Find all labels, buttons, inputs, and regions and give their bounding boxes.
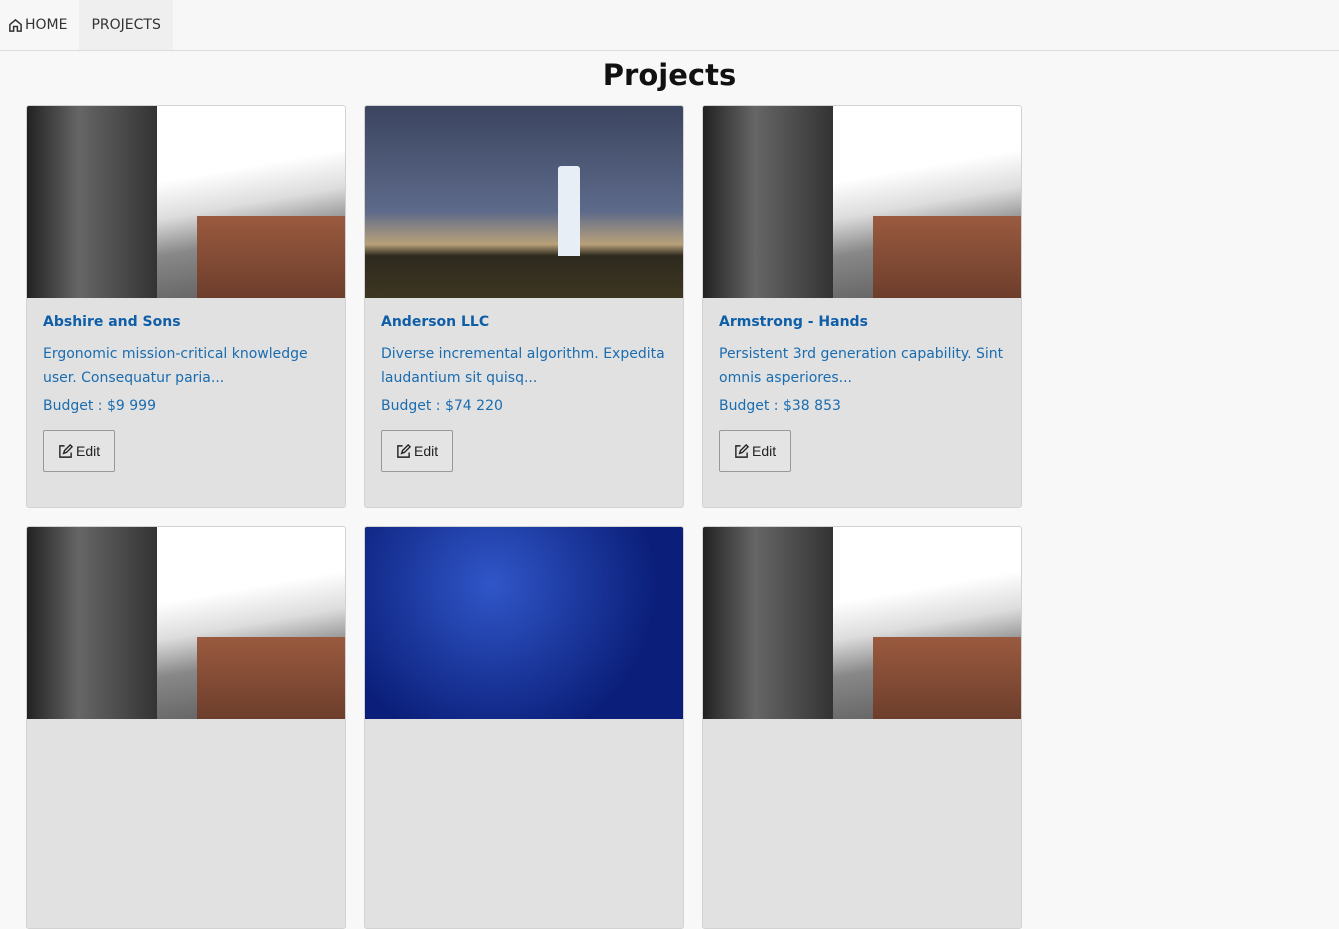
project-title[interactable]: Abshire and Sons: [43, 314, 329, 330]
project-title[interactable]: Armstrong - Hands: [719, 314, 1005, 330]
project-card: [702, 526, 1022, 929]
project-card: [26, 526, 346, 929]
project-budget: Budget : $38 853: [719, 398, 1005, 414]
budget-value: $74 220: [444, 398, 503, 414]
edit-label: Edit: [414, 443, 439, 459]
budget-value: $9 999: [106, 398, 156, 414]
budget-label: Budget :: [381, 398, 445, 414]
project-budget: Budget : $74 220: [381, 398, 667, 414]
project-card: Armstrong - Hands Persistent 3rd generat…: [702, 105, 1022, 508]
edit-button[interactable]: Edit: [43, 430, 116, 472]
project-image: [365, 527, 683, 719]
nav-home[interactable]: HOME: [0, 0, 79, 50]
budget-label: Budget :: [43, 398, 107, 414]
top-nav: HOME PROJECTS: [0, 0, 1339, 51]
edit-icon: [397, 443, 411, 458]
project-budget: Budget : $9 999: [43, 398, 329, 414]
project-image: [703, 106, 1021, 298]
edit-button[interactable]: Edit: [719, 430, 792, 472]
edit-label: Edit: [76, 443, 101, 459]
project-description: Diverse incremental algorithm. Expedita …: [381, 346, 665, 386]
nav-projects[interactable]: PROJECTS: [79, 0, 173, 50]
budget-label: Budget :: [719, 398, 783, 414]
project-card: [364, 526, 684, 929]
project-card: Abshire and Sons Ergonomic mission-criti…: [26, 105, 346, 508]
project-image: [27, 527, 345, 719]
nav-projects-label: PROJECTS: [91, 17, 161, 33]
edit-icon: [735, 443, 749, 458]
project-title[interactable]: Anderson LLC: [381, 314, 667, 330]
edit-label: Edit: [752, 443, 777, 459]
project-image: [27, 106, 345, 298]
edit-icon: [59, 443, 73, 458]
project-card: Anderson LLC Diverse incremental algorit…: [364, 105, 684, 508]
project-image: [365, 106, 683, 298]
project-description: Persistent 3rd generation capability. Si…: [719, 346, 1004, 386]
budget-value: $38 853: [782, 398, 841, 414]
nav-home-label: HOME: [25, 17, 68, 33]
project-grid: Abshire and Sons Ergonomic mission-criti…: [0, 105, 1339, 929]
page-title: Projects: [602, 58, 737, 92]
edit-button[interactable]: Edit: [381, 430, 454, 472]
home-icon: [9, 18, 22, 32]
project-description: Ergonomic mission-critical knowledge use…: [43, 346, 308, 386]
project-image: [703, 527, 1021, 719]
